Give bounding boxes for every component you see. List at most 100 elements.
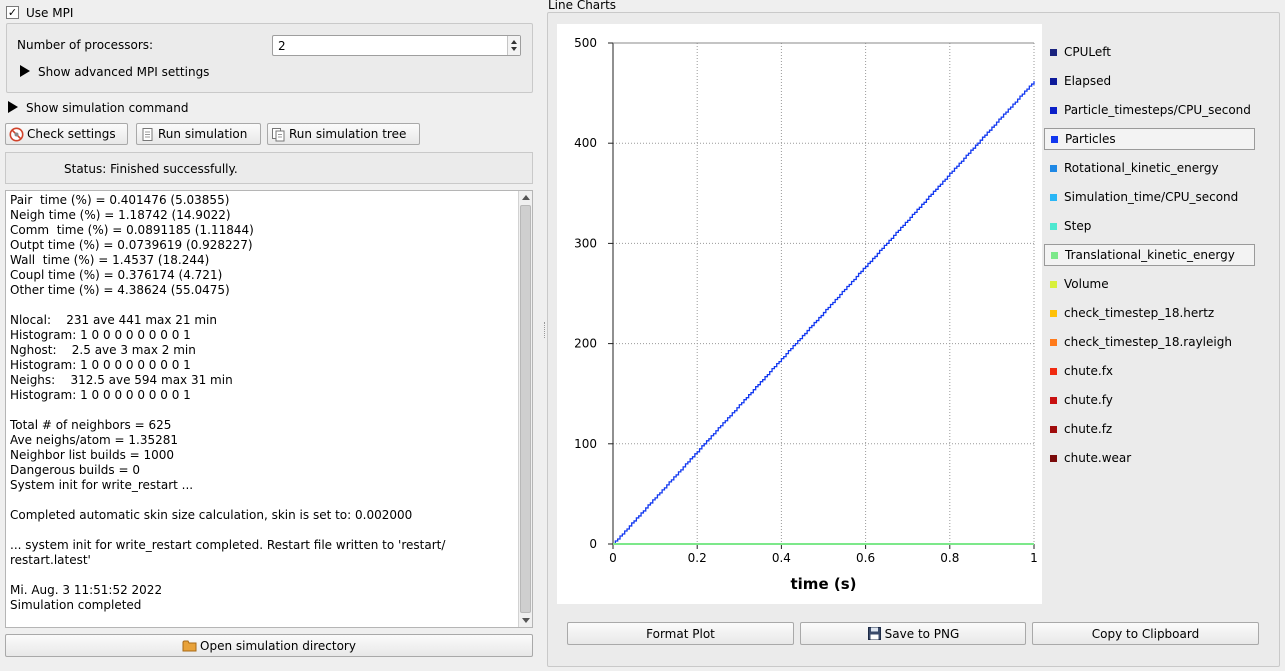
use-mpi-checkbox[interactable]: ✓ (6, 6, 19, 19)
processors-label: Number of processors: (17, 38, 154, 52)
log-line: System init for write_restart ... (10, 478, 194, 492)
processors-value: 2 (278, 39, 286, 53)
scroll-up-icon[interactable] (522, 195, 530, 200)
log-line: Total # of neighbors = 625 (10, 418, 172, 432)
legend-item[interactable]: check_timestep_18.rayleigh (1044, 331, 1255, 353)
y-tick-label: 200 (574, 337, 597, 351)
legend-label: Translational_kinetic_energy (1065, 248, 1235, 262)
chart-panel-title: Line Charts (548, 0, 617, 12)
use-mpi-label: Use MPI (26, 6, 74, 20)
log-line: Nghost: 2.5 ave 3 max 2 min (10, 343, 196, 357)
log-scrollbar[interactable] (518, 191, 532, 627)
log-line: Histogram: 1 0 0 0 0 0 0 0 0 1 (10, 358, 191, 372)
save-to-png-button[interactable]: Save to PNG (800, 622, 1026, 645)
simulation-command-toggle[interactable]: Show simulation command (26, 101, 188, 115)
log-line: restart.latest' (10, 553, 91, 567)
legend-label: Elapsed (1064, 74, 1112, 88)
floppy-disk-icon (867, 626, 882, 641)
legend-item[interactable]: Simulation_time/CPU_second (1044, 186, 1255, 208)
log-line: Dangerous builds = 0 (10, 463, 140, 477)
legend-item[interactable]: chute.fz (1044, 418, 1255, 440)
log-line: Ave neighs/atom = 1.35281 (10, 433, 179, 447)
log-line: Nlocal: 231 ave 441 max 21 min (10, 313, 217, 327)
open-simulation-directory-button[interactable]: Open simulation directory (5, 634, 533, 657)
legend-swatch-icon (1050, 396, 1057, 404)
copy-to-clipboard-button[interactable]: Copy to Clipboard (1032, 622, 1259, 645)
check-settings-button[interactable]: Check settings (5, 123, 128, 145)
series-line-particles (613, 81, 1035, 545)
log-line: ... system init for write_restart comple… (10, 538, 446, 552)
spin-buttons[interactable] (507, 36, 520, 55)
folder-icon (182, 638, 197, 653)
legend-item[interactable]: Particles (1044, 128, 1255, 150)
expand-triangle-icon[interactable] (20, 65, 30, 77)
y-tick-label: 0 (589, 537, 597, 551)
legend-item[interactable]: Rotational_kinetic_energy (1044, 157, 1255, 179)
expand-triangle-icon[interactable] (8, 101, 18, 113)
legend-item[interactable]: Step (1044, 215, 1255, 237)
legend-swatch-icon (1050, 280, 1057, 288)
legend-swatch-icon (1051, 251, 1058, 259)
spin-down-icon[interactable] (511, 47, 517, 51)
log-line: Coupl time (%) = 0.376174 (4.721) (10, 268, 223, 282)
document-tree-icon (271, 127, 286, 142)
legend-label: check_timestep_18.hertz (1064, 306, 1215, 320)
log-line: Neighbor list builds = 1000 (10, 448, 175, 462)
legend-item[interactable]: CPULeft (1044, 41, 1255, 63)
x-tick-label: 0.4 (772, 551, 791, 565)
open-simulation-directory-label: Open simulation directory (200, 638, 356, 653)
save-to-png-label: Save to PNG (884, 626, 960, 641)
log-line: Completed automatic skin size calculatio… (10, 508, 413, 522)
run-simulation-tree-button[interactable]: Run simulation tree (267, 123, 420, 145)
legend-item[interactable]: Volume (1044, 273, 1255, 295)
legend-label: chute.fy (1064, 393, 1113, 407)
legend-label: Rotational_kinetic_energy (1064, 161, 1219, 175)
advanced-mpi-toggle[interactable]: Show advanced MPI settings (38, 65, 209, 79)
format-plot-label: Format Plot (646, 626, 715, 641)
mpi-settings-group (6, 23, 533, 93)
legend-swatch-icon (1050, 193, 1057, 201)
legend-label: chute.fx (1064, 364, 1114, 378)
legend-swatch-icon (1050, 309, 1057, 317)
scroll-down-icon[interactable] (522, 618, 530, 623)
log-line: Comm time (%) = 0.0891185 (1.11844) (10, 223, 254, 237)
status-box: Status: Finished successfully. (5, 152, 533, 184)
legend-swatch-icon (1050, 338, 1057, 346)
log-line: Outpt time (%) = 0.0739619 (0.928227) (10, 238, 253, 252)
processors-spinbox[interactable]: 2 (272, 35, 521, 56)
legend-label: chute.wear (1064, 451, 1132, 465)
run-simulation-label: Run simulation (158, 127, 248, 141)
x-tick-label: 0 (609, 551, 617, 565)
y-tick-label: 300 (574, 236, 597, 250)
log-line: Mi. Aug. 3 11:51:52 2022 (10, 583, 163, 597)
legend-swatch-icon (1050, 425, 1057, 433)
x-tick-label: 0.6 (856, 551, 875, 565)
legend-item[interactable]: Particle_timesteps/CPU_second (1044, 99, 1255, 121)
legend-swatch-icon (1050, 367, 1057, 375)
legend-item[interactable]: check_timestep_18.hertz (1044, 302, 1255, 324)
spin-up-icon[interactable] (511, 40, 517, 44)
log-line: Neighs: 312.5 ave 594 max 31 min (10, 373, 233, 387)
y-tick-label: 400 (574, 136, 597, 150)
x-tick-label: 1 (1030, 551, 1038, 565)
status-text: Status: Finished successfully. (64, 162, 238, 176)
format-plot-button[interactable]: Format Plot (567, 622, 794, 645)
legend-item[interactable]: Translational_kinetic_energy (1044, 244, 1255, 266)
legend-swatch-icon (1050, 48, 1057, 56)
legend-label: CPULeft (1064, 45, 1111, 59)
line-chart: 0 0.2 0.4 0.6 0.8 1 0 100 200 300 400 500 time (s) (574, 36, 1038, 593)
run-simulation-tree-label: Run simulation tree (289, 127, 407, 141)
legend-item[interactable]: Elapsed (1044, 70, 1255, 92)
legend-swatch-icon (1050, 77, 1057, 85)
scroll-thumb[interactable] (520, 205, 531, 613)
legend-swatch-icon (1050, 454, 1057, 462)
legend-item[interactable]: chute.fy (1044, 389, 1255, 411)
run-simulation-button[interactable]: Run simulation (136, 123, 261, 145)
simulation-log[interactable]: Pair time (%) = 0.401476 (5.03855) Neigh… (5, 190, 533, 628)
legend-item[interactable]: chute.wear (1044, 447, 1255, 469)
legend-swatch-icon (1050, 222, 1057, 230)
copy-to-clipboard-label: Copy to Clipboard (1091, 626, 1200, 641)
x-tick-label: 0.2 (688, 551, 707, 565)
document-run-icon (140, 127, 155, 142)
legend-item[interactable]: chute.fx (1044, 360, 1255, 382)
